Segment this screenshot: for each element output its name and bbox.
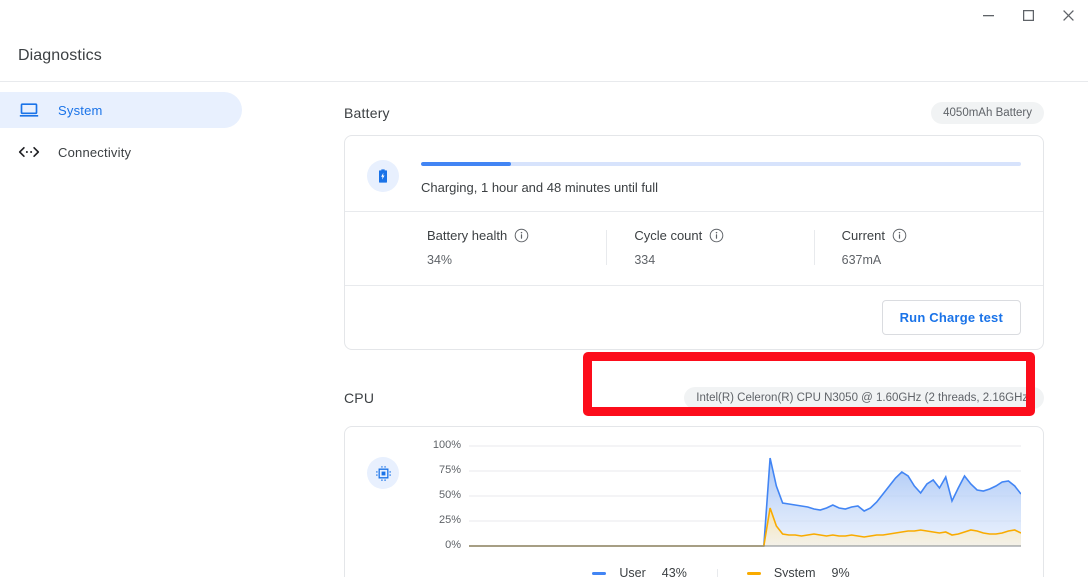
y-tick-label: 100% <box>432 439 461 451</box>
stat-battery-health: Battery health 34% <box>427 228 606 267</box>
app-title-bar: Diagnostics <box>0 30 1088 82</box>
stat-current: Current 637mA <box>813 228 1021 267</box>
battery-card-actions: Run Charge test <box>345 285 1043 349</box>
minimize-button[interactable] <box>968 0 1008 30</box>
connectivity-icon <box>18 141 40 163</box>
close-button[interactable] <box>1048 0 1088 30</box>
cpu-usage-chart: 100% 75% 50% 25% 0% User 43% System 9% <box>421 439 1021 577</box>
battery-card: Charging, 1 hour and 48 minutes until fu… <box>344 135 1044 350</box>
maximize-button[interactable] <box>1008 0 1048 30</box>
stat-value: 34% <box>427 253 453 267</box>
battery-section-title: Battery <box>344 105 390 121</box>
main-content: Battery 4050mAh Battery Charging, 1 hour… <box>300 83 1088 577</box>
chart-plot-region: 100% 75% 50% 25% 0% <box>421 439 1021 551</box>
laptop-icon <box>18 99 40 121</box>
battery-status-text: Charging, 1 hour and 48 minutes until fu… <box>421 180 659 195</box>
sidebar-item-system[interactable]: System <box>0 92 242 128</box>
stat-value: 334 <box>634 253 656 267</box>
battery-progress-fill <box>421 162 511 166</box>
stat-label-text: Cycle count <box>634 228 703 243</box>
stat-label: Cycle count <box>634 228 795 243</box>
stat-label: Battery health <box>427 228 588 243</box>
battery-status-block: Charging, 1 hour and 48 minutes until fu… <box>421 156 1021 195</box>
sidebar-item-label-connectivity: Connectivity <box>58 144 132 160</box>
battery-progress-bar <box>421 162 1021 166</box>
battery-section-header: Battery 4050mAh Battery <box>344 91 1044 135</box>
chart-legend: User 43% System 9% <box>421 551 1021 577</box>
cpu-chip-icon <box>367 457 399 489</box>
sidebar-item-connectivity[interactable]: Connectivity <box>0 134 300 170</box>
page-title: Diagnostics <box>18 46 102 64</box>
window-controls <box>0 0 1088 30</box>
battery-capacity-badge: 4050mAh Battery <box>931 102 1044 124</box>
legend-label-system: System <box>773 566 816 577</box>
battery-card-top: Charging, 1 hour and 48 minutes until fu… <box>345 136 1043 211</box>
cpu-chart-wrap: 100% 75% 50% 25% 0% User 43% System 9% <box>345 427 1043 577</box>
chart-svg <box>469 441 1021 551</box>
legend-item-user[interactable]: User 43% <box>562 566 716 577</box>
info-icon[interactable] <box>892 228 907 243</box>
stat-label: Current <box>842 228 1003 243</box>
legend-value-system: 9% <box>831 566 850 577</box>
battery-charging-icon <box>367 160 399 192</box>
y-tick-label: 25% <box>438 514 461 526</box>
sidebar: System Connectivity <box>0 83 300 577</box>
info-icon[interactable] <box>709 228 724 243</box>
info-icon[interactable] <box>514 228 529 243</box>
battery-stats-row: Battery health 34% Cycle count 334 Curre… <box>345 211 1043 285</box>
legend-value-user: 43% <box>661 566 687 577</box>
y-tick-label: 50% <box>438 489 461 501</box>
cpu-section-header: CPU Intel(R) Celeron(R) CPU N3050 @ 1.60… <box>344 376 1044 420</box>
stat-label-text: Current <box>841 228 886 243</box>
legend-color-swatch-system <box>746 571 761 575</box>
stat-cycle-count: Cycle count 334 <box>606 228 813 267</box>
y-tick-label: 75% <box>438 464 461 476</box>
chart-y-axis: 100% 75% 50% 25% 0% <box>421 439 461 551</box>
legend-item-system[interactable]: System 9% <box>716 566 880 577</box>
cpu-card: 100% 75% 50% 25% 0% User 43% System 9% <box>344 426 1044 577</box>
y-tick-label: 0% <box>445 539 461 551</box>
run-charge-test-button[interactable]: Run Charge test <box>881 300 1021 335</box>
cpu-section-title: CPU <box>344 390 375 406</box>
sidebar-item-label-system: System <box>58 102 103 118</box>
legend-label-user: User <box>619 566 646 577</box>
chart-canvas <box>469 441 1021 551</box>
legend-color-swatch-user <box>592 571 607 575</box>
diagnostics-app: Diagnostics System Connectivity Battery … <box>0 0 1088 577</box>
stat-label-text: Battery health <box>427 228 508 243</box>
cpu-model-badge: Intel(R) Celeron(R) CPU N3050 @ 1.60GHz … <box>684 387 1044 409</box>
stat-value: 637mA <box>841 253 882 267</box>
